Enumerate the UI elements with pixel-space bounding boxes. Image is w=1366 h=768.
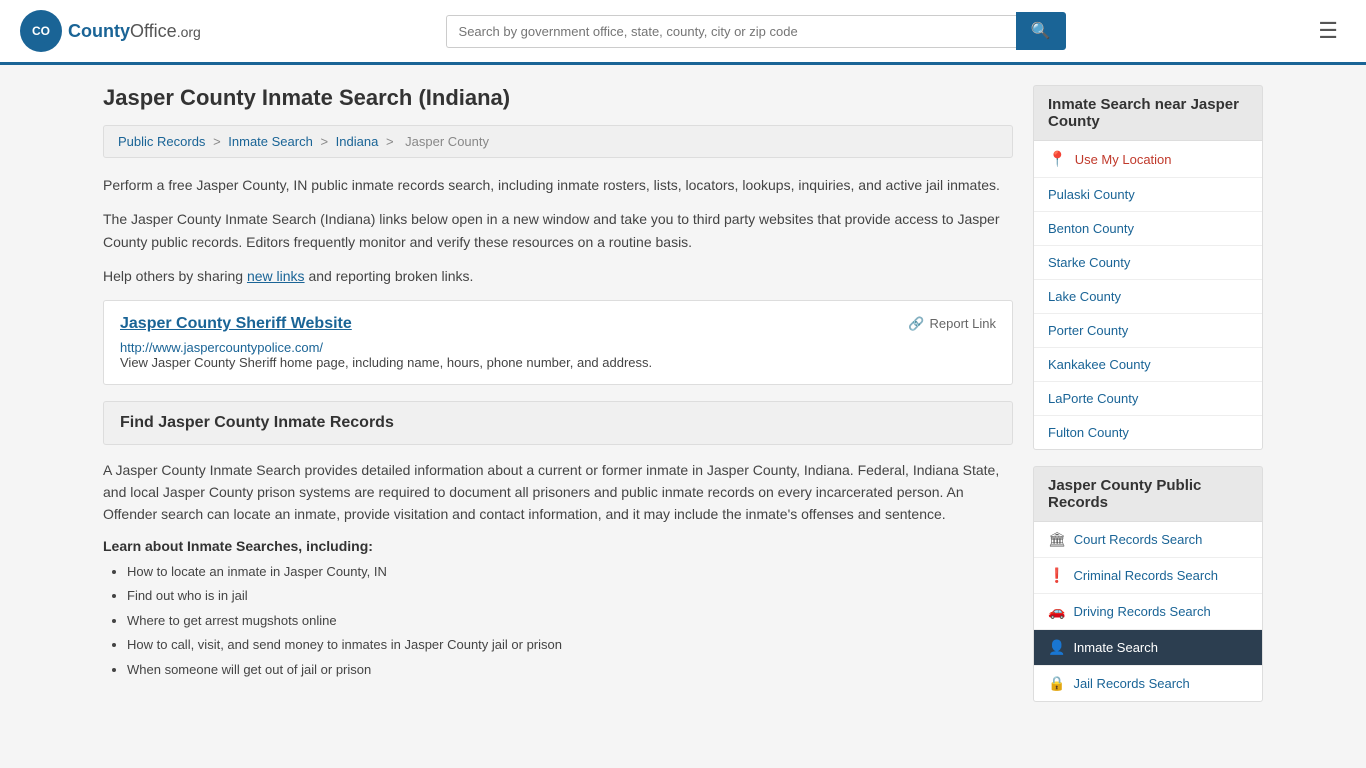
sidebar-use-location[interactable]: 📍 Use My Location bbox=[1034, 141, 1262, 178]
driving-records-link[interactable]: Driving Records Search bbox=[1073, 604, 1210, 619]
porter-county-link[interactable]: Porter County bbox=[1048, 323, 1128, 338]
search-button[interactable]: 🔍 bbox=[1016, 12, 1066, 50]
page-container: Jasper County Inmate Search (Indiana) Pu… bbox=[83, 65, 1283, 738]
bullet-list: How to locate an inmate in Jasper County… bbox=[103, 562, 1013, 680]
search-input[interactable] bbox=[446, 15, 1016, 48]
bullet-3: Where to get arrest mugshots online bbox=[127, 611, 1013, 631]
sidebar-item-pulaski[interactable]: Pulaski County bbox=[1034, 178, 1262, 212]
jail-icon: 🔒 bbox=[1048, 675, 1065, 692]
laporte-county-link[interactable]: LaPorte County bbox=[1048, 391, 1138, 406]
description-3: Help others by sharing new links and rep… bbox=[103, 265, 1013, 287]
logo-text: CountyOffice.org bbox=[68, 21, 201, 42]
criminal-icon: ❗ bbox=[1048, 567, 1065, 584]
sidebar-public-records-body: 🏛 Court Records Search ❗ Criminal Record… bbox=[1033, 522, 1263, 702]
bullet-2: Find out who is in jail bbox=[127, 586, 1013, 606]
breadcrumb-sep3: > bbox=[386, 134, 397, 149]
sidebar-item-benton[interactable]: Benton County bbox=[1034, 212, 1262, 246]
location-icon: 📍 bbox=[1048, 150, 1067, 168]
record-url[interactable]: http://www.jaspercountypolice.com/ bbox=[120, 340, 323, 355]
inmate-search-link[interactable]: Inmate Search bbox=[1073, 640, 1158, 655]
search-area: 🔍 bbox=[446, 12, 1066, 50]
sidebar-nearby-section: Inmate Search near Jasper County 📍 Use M… bbox=[1033, 85, 1263, 450]
breadcrumb-inmate-search[interactable]: Inmate Search bbox=[228, 134, 313, 149]
find-section: Find Jasper County Inmate Records bbox=[103, 401, 1013, 445]
pulaski-county-link[interactable]: Pulaski County bbox=[1048, 187, 1135, 202]
sidebar-item-kankakee[interactable]: Kankakee County bbox=[1034, 348, 1262, 382]
sidebar-item-jail-records[interactable]: 🔒 Jail Records Search bbox=[1034, 666, 1262, 701]
record-description: View Jasper County Sheriff home page, in… bbox=[120, 355, 996, 370]
sidebar-item-criminal-records[interactable]: ❗ Criminal Records Search bbox=[1034, 558, 1262, 594]
sidebar-public-records-header: Jasper County Public Records bbox=[1033, 466, 1263, 522]
desc3-post: and reporting broken links. bbox=[305, 268, 474, 284]
svg-text:CO: CO bbox=[32, 24, 50, 38]
learn-title: Learn about Inmate Searches, including: bbox=[103, 538, 1013, 554]
sidebar-item-starke[interactable]: Starke County bbox=[1034, 246, 1262, 280]
desc3-pre: Help others by sharing bbox=[103, 268, 247, 284]
inmate-icon: 👤 bbox=[1048, 639, 1065, 656]
kankakee-county-link[interactable]: Kankakee County bbox=[1048, 357, 1151, 372]
page-title: Jasper County Inmate Search (Indiana) bbox=[103, 85, 1013, 111]
bullet-5: When someone will get out of jail or pri… bbox=[127, 660, 1013, 680]
breadcrumb-indiana[interactable]: Indiana bbox=[336, 134, 379, 149]
logo-icon: CO bbox=[20, 10, 62, 52]
sidebar-nearby-header: Inmate Search near Jasper County bbox=[1033, 85, 1263, 141]
sidebar-item-court-records[interactable]: 🏛 Court Records Search bbox=[1034, 522, 1262, 558]
site-header: CO CountyOffice.org 🔍 ☰ bbox=[0, 0, 1366, 65]
new-links-link[interactable]: new links bbox=[247, 268, 305, 284]
sidebar: Inmate Search near Jasper County 📍 Use M… bbox=[1033, 85, 1263, 718]
sidebar-item-driving-records[interactable]: 🚗 Driving Records Search bbox=[1034, 594, 1262, 630]
fulton-county-link[interactable]: Fulton County bbox=[1048, 425, 1129, 440]
jail-records-link[interactable]: Jail Records Search bbox=[1073, 676, 1189, 691]
description-1: Perform a free Jasper County, IN public … bbox=[103, 174, 1013, 196]
menu-button[interactable]: ☰ bbox=[1310, 14, 1346, 48]
report-label: Report Link bbox=[930, 316, 996, 331]
bullet-1: How to locate an inmate in Jasper County… bbox=[127, 562, 1013, 582]
sidebar-item-porter[interactable]: Porter County bbox=[1034, 314, 1262, 348]
sidebar-public-records-section: Jasper County Public Records 🏛 Court Rec… bbox=[1033, 466, 1263, 702]
find-title: Find Jasper County Inmate Records bbox=[120, 414, 996, 432]
find-text: A Jasper County Inmate Search provides d… bbox=[103, 459, 1013, 526]
record-card: Jasper County Sheriff Website 🔗 Report L… bbox=[103, 300, 1013, 385]
breadcrumb-current: Jasper County bbox=[405, 134, 489, 149]
court-records-link[interactable]: Court Records Search bbox=[1074, 532, 1203, 547]
benton-county-link[interactable]: Benton County bbox=[1048, 221, 1134, 236]
report-link[interactable]: 🔗 Report Link bbox=[908, 316, 996, 332]
use-location-link[interactable]: Use My Location bbox=[1075, 152, 1172, 167]
driving-icon: 🚗 bbox=[1048, 603, 1065, 620]
breadcrumb-public-records[interactable]: Public Records bbox=[118, 134, 205, 149]
bullet-4: How to call, visit, and send money to in… bbox=[127, 635, 1013, 655]
breadcrumb-sep1: > bbox=[213, 134, 224, 149]
sidebar-item-inmate-search[interactable]: 👤 Inmate Search bbox=[1034, 630, 1262, 666]
criminal-records-link[interactable]: Criminal Records Search bbox=[1073, 568, 1218, 583]
breadcrumb: Public Records > Inmate Search > Indiana… bbox=[103, 125, 1013, 158]
record-title[interactable]: Jasper County Sheriff Website bbox=[120, 315, 352, 333]
main-content: Jasper County Inmate Search (Indiana) Pu… bbox=[103, 85, 1013, 718]
sidebar-item-lake[interactable]: Lake County bbox=[1034, 280, 1262, 314]
sidebar-item-fulton[interactable]: Fulton County bbox=[1034, 416, 1262, 449]
court-icon: 🏛 bbox=[1048, 531, 1066, 548]
sidebar-nearby-body: 📍 Use My Location Pulaski County Benton … bbox=[1033, 141, 1263, 450]
breadcrumb-sep2: > bbox=[320, 134, 331, 149]
lake-county-link[interactable]: Lake County bbox=[1048, 289, 1121, 304]
logo-area: CO CountyOffice.org bbox=[20, 10, 201, 52]
description-2: The Jasper County Inmate Search (Indiana… bbox=[103, 208, 1013, 253]
report-icon: 🔗 bbox=[908, 316, 924, 332]
sidebar-item-laporte[interactable]: LaPorte County bbox=[1034, 382, 1262, 416]
starke-county-link[interactable]: Starke County bbox=[1048, 255, 1130, 270]
record-header: Jasper County Sheriff Website 🔗 Report L… bbox=[120, 315, 996, 333]
